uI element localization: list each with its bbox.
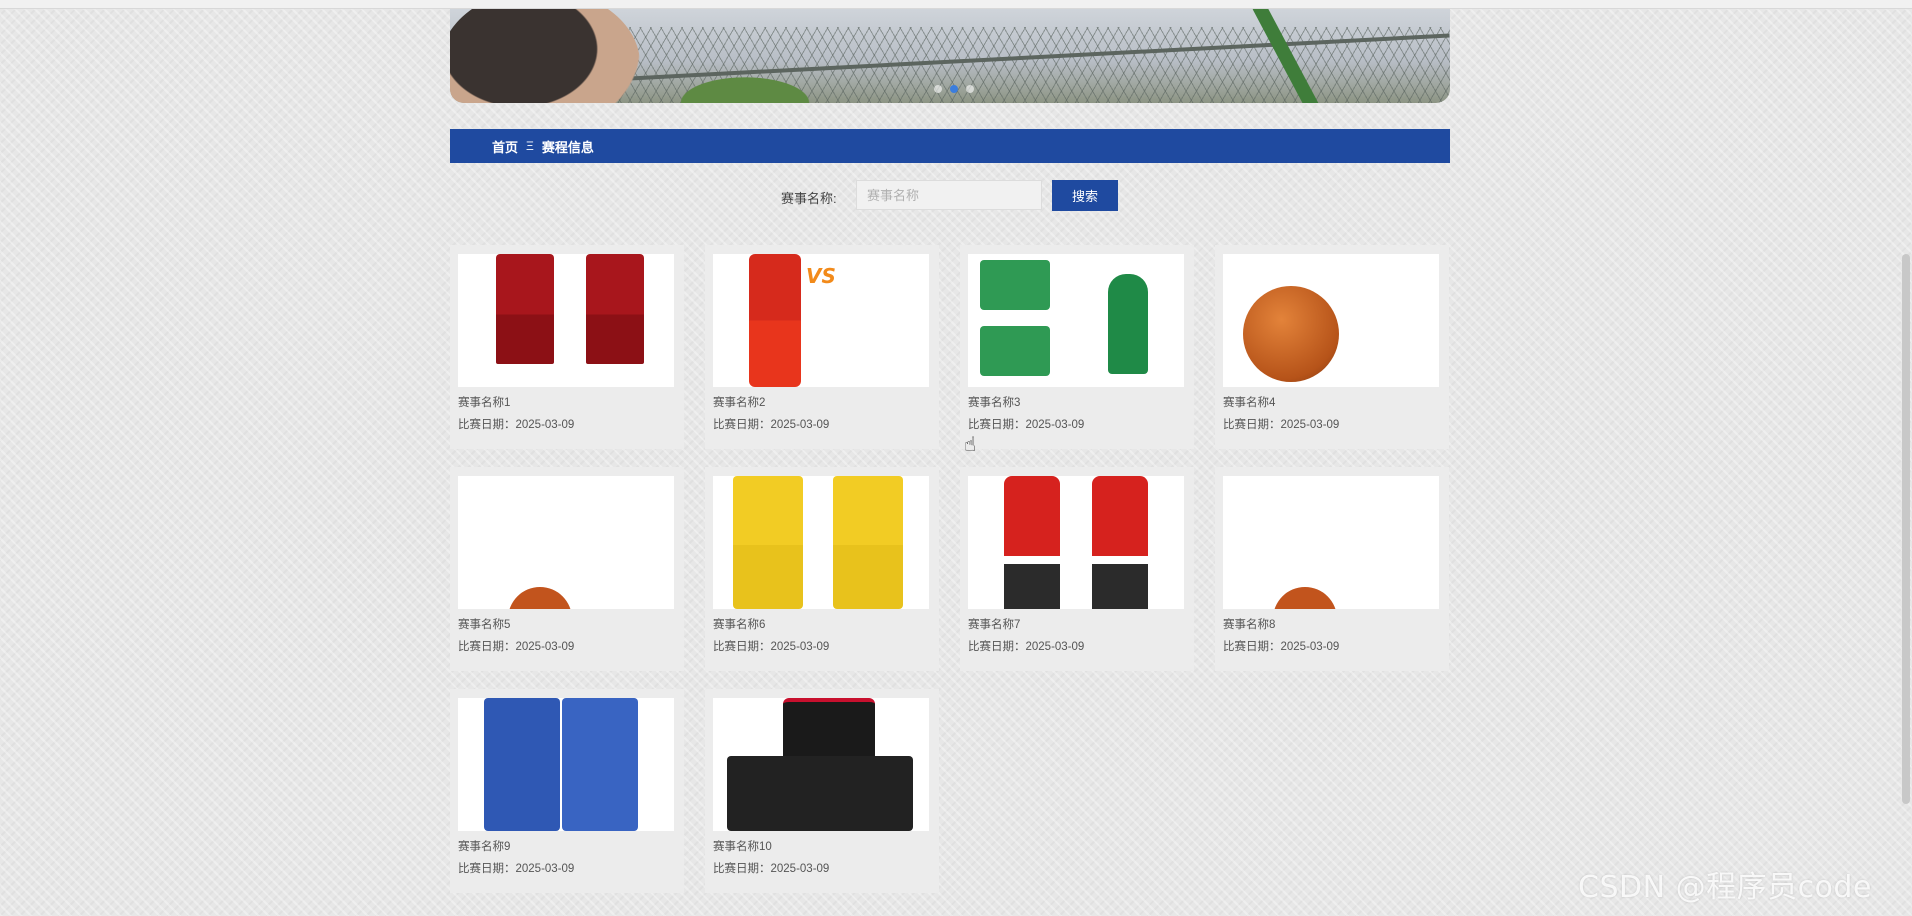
match-card[interactable]: 赛事名称6 比赛日期：2025-03-09: [705, 467, 939, 671]
match-image[interactable]: [1223, 254, 1439, 387]
carousel-indicators: [934, 85, 974, 93]
match-name[interactable]: 赛事名称6: [713, 618, 931, 632]
match-date: 比赛日期：2025-03-09: [713, 419, 830, 431]
match-date: 比赛日期：2025-03-09: [1223, 641, 1340, 653]
search-bar: 赛事名称: 搜索: [450, 180, 1450, 212]
match-image[interactable]: [968, 476, 1184, 609]
banner-carousel[interactable]: [450, 9, 1450, 103]
match-image[interactable]: [713, 698, 929, 831]
match-date: 比赛日期：2025-03-09: [713, 641, 830, 653]
carousel-dot-active[interactable]: [950, 85, 958, 93]
match-card[interactable]: 赛事名称3 比赛日期：2025-03-09: [960, 245, 1194, 449]
match-card[interactable]: 赛事名称9 比赛日期：2025-03-09: [450, 689, 684, 893]
search-input[interactable]: [856, 180, 1042, 210]
match-name[interactable]: 赛事名称7: [968, 618, 1186, 632]
match-name[interactable]: 赛事名称10: [713, 840, 931, 854]
search-button[interactable]: 搜索: [1052, 180, 1118, 211]
breadcrumb-current[interactable]: 赛程信息: [542, 137, 594, 156]
breadcrumb-separator-icon: Ξ: [526, 139, 534, 153]
match-name[interactable]: 赛事名称9: [458, 840, 676, 854]
match-date: 比赛日期：2025-03-09: [458, 863, 575, 875]
match-card[interactable]: 赛事名称5 比赛日期：2025-03-09: [450, 467, 684, 671]
page-scrollbar[interactable]: [1902, 254, 1910, 804]
match-name[interactable]: 赛事名称1: [458, 396, 676, 410]
match-date: 比赛日期：2025-03-09: [968, 419, 1085, 431]
match-name[interactable]: 赛事名称2: [713, 396, 931, 410]
search-label: 赛事名称:: [781, 191, 837, 206]
banner-person: [450, 9, 640, 103]
match-card[interactable]: 赛事名称10 比赛日期：2025-03-09: [705, 689, 939, 893]
match-card[interactable]: 赛事名称4 比赛日期：2025-03-09: [1215, 245, 1449, 449]
match-date: 比赛日期：2025-03-09: [458, 641, 575, 653]
match-date: 比赛日期：2025-03-09: [458, 419, 575, 431]
browser-top-strip: [0, 0, 1912, 9]
match-date: 比赛日期：2025-03-09: [1223, 419, 1340, 431]
hand-cursor-icon: ☝: [964, 434, 977, 456]
match-name[interactable]: 赛事名称8: [1223, 618, 1441, 632]
match-name[interactable]: 赛事名称3: [968, 396, 1186, 410]
carousel-dot[interactable]: [966, 85, 974, 93]
match-card[interactable]: 赛事名称8 比赛日期：2025-03-09: [1215, 467, 1449, 671]
match-date: 比赛日期：2025-03-09: [713, 863, 830, 875]
match-image[interactable]: [968, 254, 1184, 387]
match-image[interactable]: [713, 254, 929, 387]
match-card[interactable]: 赛事名称2 比赛日期：2025-03-09: [705, 245, 939, 449]
banner-trees: [670, 73, 820, 103]
match-name[interactable]: 赛事名称4: [1223, 396, 1441, 410]
match-image[interactable]: [458, 698, 674, 831]
carousel-dot[interactable]: [934, 85, 942, 93]
breadcrumb: 首页 Ξ 赛程信息: [450, 129, 1450, 163]
match-date: 比赛日期：2025-03-09: [968, 641, 1085, 653]
match-image[interactable]: [1223, 476, 1439, 609]
watermark: CSDN @程序员code: [1578, 870, 1872, 905]
match-image[interactable]: [713, 476, 929, 609]
match-name[interactable]: 赛事名称5: [458, 618, 676, 632]
match-image[interactable]: [458, 476, 674, 609]
match-image[interactable]: [458, 254, 674, 387]
match-card[interactable]: 赛事名称7 比赛日期：2025-03-09: [960, 467, 1194, 671]
match-card[interactable]: 赛事名称1 比赛日期：2025-03-09: [450, 245, 684, 449]
breadcrumb-home-link[interactable]: 首页: [492, 137, 518, 156]
